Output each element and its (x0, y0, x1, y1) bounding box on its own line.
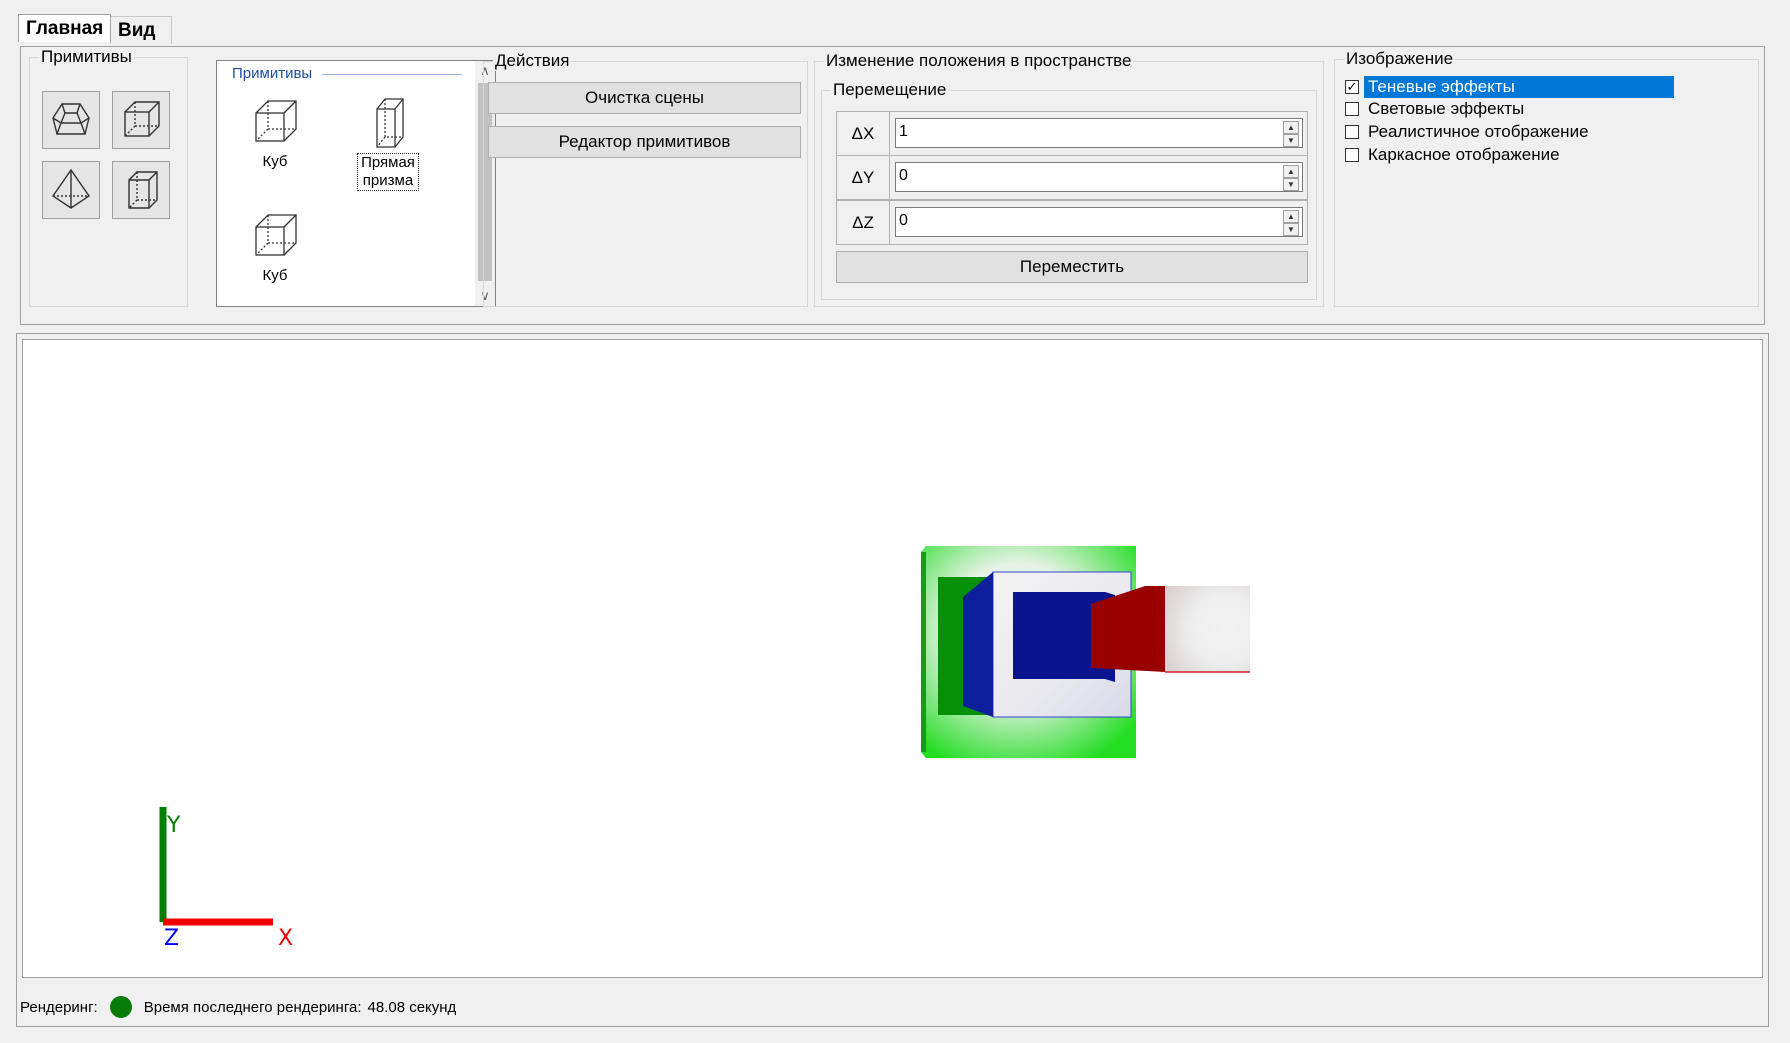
list-title-divider (322, 74, 462, 75)
actions-group: Действия Очистка сцены Редактор примитив… (483, 51, 808, 307)
spin-down-icon[interactable]: ▼ (1283, 223, 1299, 236)
pyramid-button[interactable] (42, 161, 100, 219)
render-status-label: Рендеринг: (20, 998, 98, 1016)
truncated-pyramid-icon (52, 103, 90, 135)
spin-up-icon[interactable]: ▲ (1283, 121, 1299, 134)
y-axis-label: Y (166, 813, 181, 838)
dz-label: ΔZ (837, 201, 890, 244)
spin-up-icon[interactable]: ▲ (1283, 210, 1299, 223)
tab-main[interactable]: Главная (18, 14, 112, 42)
spin-down-icon[interactable]: ▼ (1283, 178, 1299, 191)
image-group-title: Изображение (1344, 49, 1456, 69)
image-group: Изображение ✓ Теневые эффекты Световые э… (1334, 49, 1759, 307)
primitives-list[interactable]: Примитивы Куб Прямая призма Куб ∧ ∨ (216, 60, 496, 307)
dz-field[interactable]: 0 ▲ ▼ (895, 207, 1303, 237)
position-group-title: Изменение положения в пространстве (824, 51, 1134, 71)
pyramid-icon (52, 168, 90, 209)
cube-icon (255, 214, 297, 256)
render-viewport[interactable]: Y X Z (22, 339, 1763, 978)
red-object (1091, 586, 1250, 673)
option-label: Теневые эффекты (1364, 76, 1674, 98)
list-item-label: Куб (262, 153, 288, 170)
cube-icon (124, 101, 160, 137)
dx-spinner[interactable]: ▲ ▼ (1283, 121, 1299, 147)
list-item-label: Куб (262, 267, 288, 284)
list-item-label: Прямая призма (357, 153, 419, 191)
option-label: Каркасное отображение (1368, 145, 1560, 164)
primitive-editor-button[interactable]: Редактор примитивов (488, 126, 801, 158)
tab-view[interactable]: Вид (110, 16, 172, 44)
truncated-pyramid-button[interactable] (42, 91, 100, 149)
primitives-group: Примитивы (29, 47, 188, 307)
clear-scene-button[interactable]: Очистка сцены (488, 82, 801, 114)
realistic-display-option[interactable]: Реалистичное отображение (1345, 121, 1593, 143)
shadow-effects-option[interactable]: ✓ Теневые эффекты (1345, 76, 1674, 98)
light-effects-option[interactable]: Световые эффекты (1345, 98, 1528, 120)
dz-row: ΔZ 0 ▲ ▼ (836, 200, 1308, 245)
actions-group-title: Действия (493, 51, 572, 71)
dy-value: 0 (899, 167, 908, 184)
cube-button[interactable] (112, 91, 170, 149)
primitives-list-title: Примитивы (232, 65, 317, 82)
wireframe-display-option[interactable]: Каркасное отображение (1345, 144, 1564, 166)
dy-field[interactable]: 0 ▲ ▼ (895, 162, 1303, 192)
prism-icon (128, 171, 158, 209)
list-item-prism[interactable]: Прямая призма (343, 95, 433, 191)
status-bar: Рендеринг: Время последнего рендеринга: … (20, 992, 456, 1022)
render-area-frame: Y X Z Рендеринг: Время последнего рендер… (16, 333, 1769, 1027)
position-group: Изменение положения в пространстве Перем… (814, 51, 1324, 307)
dz-spinner[interactable]: ▲ ▼ (1283, 210, 1299, 236)
dx-row: ΔX 1 ▲ ▼ (836, 111, 1308, 156)
dy-spinner[interactable]: ▲ ▼ (1283, 165, 1299, 191)
ribbon-panel: Примитивы Примитивы Куб Прямая призма Ку… (20, 46, 1765, 325)
x-axis-label: X (278, 926, 293, 951)
checkbox-icon[interactable] (1345, 125, 1359, 139)
dy-row: ΔY 0 ▲ ▼ (836, 155, 1308, 200)
last-render-value: 48.08 секунд (367, 998, 457, 1016)
dx-label: ΔX (837, 112, 890, 155)
render-status-indicator (109, 996, 132, 1018)
checkbox-checked-icon[interactable]: ✓ (1345, 80, 1359, 94)
scene-canvas[interactable]: Y X Z (23, 340, 1762, 977)
spin-down-icon[interactable]: ▼ (1283, 134, 1299, 147)
list-item-cube[interactable]: Куб (230, 95, 320, 171)
checkbox-icon[interactable] (1345, 102, 1359, 116)
z-axis-label: Z (164, 926, 179, 951)
last-render-label: Время последнего рендеринга: (143, 998, 362, 1016)
move-group-title: Перемещение (831, 80, 949, 100)
dy-label: ΔY (837, 156, 890, 199)
cube-icon (255, 100, 297, 142)
primitives-group-title: Примитивы (39, 47, 134, 67)
axes-gizmo: Y X Z (159, 807, 293, 951)
move-group: Перемещение ΔX 1 ▲ ▼ ΔY 0 ▲ ▼ ΔZ 0 ▲ ▼ Пере… (821, 80, 1317, 300)
prism-button[interactable] (112, 161, 170, 219)
dx-value: 1 (899, 123, 908, 140)
option-label: Световые эффекты (1368, 99, 1525, 118)
dz-value: 0 (899, 212, 908, 229)
prism-icon (376, 98, 404, 148)
checkbox-icon[interactable] (1345, 148, 1359, 162)
list-item-cube[interactable]: Куб (230, 209, 320, 285)
spin-up-icon[interactable]: ▲ (1283, 165, 1299, 178)
option-label: Реалистичное отображение (1368, 122, 1589, 141)
move-button[interactable]: Переместить (836, 251, 1308, 283)
dx-field[interactable]: 1 ▲ ▼ (895, 118, 1303, 148)
